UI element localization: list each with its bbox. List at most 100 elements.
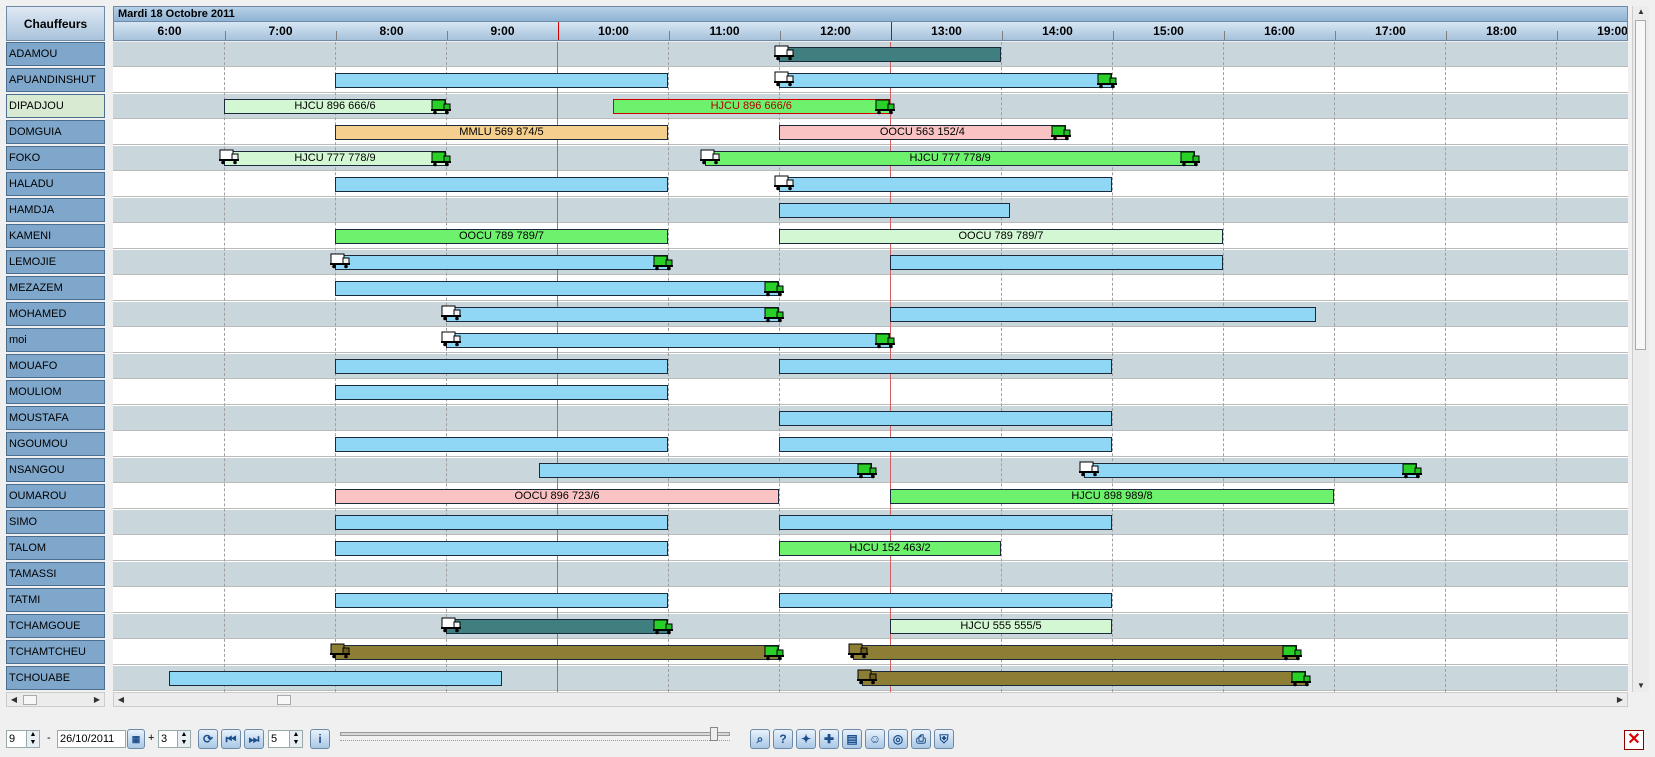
- truck-end-icon[interactable]: [1050, 124, 1072, 141]
- truck-start-icon[interactable]: [847, 642, 869, 659]
- truck-end-icon[interactable]: [763, 306, 785, 323]
- task-bar[interactable]: [779, 73, 1112, 88]
- truck-end-icon[interactable]: [430, 150, 452, 167]
- driver-row-talom[interactable]: TALOM: [6, 536, 105, 560]
- search-icon[interactable]: ⌕: [750, 729, 770, 749]
- truck-end-icon[interactable]: [874, 98, 896, 115]
- task-bar[interactable]: [1084, 463, 1418, 478]
- date-input[interactable]: 26/10/2011: [57, 730, 126, 748]
- task-bar[interactable]: [335, 385, 668, 400]
- rows-input[interactable]: 9: [6, 730, 28, 748]
- driver-row-apuandinshut[interactable]: APUANDINSHUT: [6, 68, 105, 92]
- truck-start-icon[interactable]: [440, 616, 462, 633]
- task-bar[interactable]: HJCU 896 666/6: [224, 99, 446, 114]
- task-bar[interactable]: [779, 47, 1001, 62]
- driver-row-hamdja[interactable]: HAMDJA: [6, 198, 105, 222]
- task-bar[interactable]: HJCU 152 463/2: [779, 541, 1001, 556]
- days-spinner[interactable]: ▲ ▼: [177, 730, 191, 748]
- calendar-icon[interactable]: ▤: [842, 729, 862, 749]
- driver-row-mouliom[interactable]: MOULIOM: [6, 380, 105, 404]
- help-icon[interactable]: ?: [773, 729, 793, 749]
- task-bar[interactable]: [890, 307, 1316, 322]
- driver-row-mouafo[interactable]: MOUAFO: [6, 354, 105, 378]
- task-bar[interactable]: OOCU 789 789/7: [335, 229, 668, 244]
- truck-end-icon[interactable]: [1179, 150, 1201, 167]
- step-spinner[interactable]: ▲ ▼: [289, 730, 303, 748]
- truck-end-icon[interactable]: [1281, 644, 1303, 661]
- driver-row-moustafa[interactable]: MOUSTAFA: [6, 406, 105, 430]
- lamp-icon[interactable]: ✦: [796, 729, 816, 749]
- driver-row-kameni[interactable]: KAMENI: [6, 224, 105, 248]
- scroll-left-icon[interactable]: ◀: [7, 694, 21, 706]
- task-bar[interactable]: [335, 515, 668, 530]
- task-bar[interactable]: OOCU 563 152/4: [779, 125, 1066, 140]
- truck-end-icon[interactable]: [1401, 462, 1423, 479]
- task-bar[interactable]: OOCU 896 723/6: [335, 489, 779, 504]
- zoom-slider-thumb[interactable]: [710, 727, 718, 741]
- task-bar[interactable]: [779, 203, 1011, 218]
- truck-start-icon[interactable]: [440, 304, 462, 321]
- scroll-down-icon[interactable]: ▼: [1634, 680, 1648, 692]
- driver-row-nsangou[interactable]: NSANGOU: [6, 458, 105, 482]
- info-icon[interactable]: i: [310, 729, 330, 749]
- driver-row-tamassi[interactable]: TAMASSI: [6, 562, 105, 586]
- add-icon[interactable]: ✚: [819, 729, 839, 749]
- task-bar[interactable]: HJCU 777 778/9: [705, 151, 1196, 166]
- truck-end-icon[interactable]: [874, 332, 896, 349]
- task-bar[interactable]: [538, 463, 872, 478]
- task-bar[interactable]: [779, 593, 1112, 608]
- truck-end-icon[interactable]: [763, 280, 785, 297]
- task-bar[interactable]: [890, 255, 1223, 270]
- task-bar[interactable]: HJCU 896 666/6: [612, 99, 890, 114]
- task-bar[interactable]: [779, 359, 1112, 374]
- task-bar[interactable]: HJCU 898 989/8: [890, 489, 1334, 504]
- task-bar[interactable]: [168, 671, 502, 686]
- close-icon[interactable]: ✕: [1624, 730, 1644, 750]
- grid-row[interactable]: [113, 614, 1628, 639]
- rows-spinner[interactable]: ▲ ▼: [26, 730, 40, 748]
- truck-start-icon[interactable]: [1078, 460, 1100, 477]
- truck-end-icon[interactable]: [430, 98, 452, 115]
- grid-horizontal-scrollbar[interactable]: ◀ ▶: [113, 692, 1628, 707]
- drivers-scroll-thumb[interactable]: [23, 695, 37, 705]
- task-bar[interactable]: [335, 73, 668, 88]
- grid-row[interactable]: [113, 562, 1628, 587]
- task-bar[interactable]: [779, 411, 1112, 426]
- task-bar[interactable]: [779, 515, 1112, 530]
- driver-row-foko[interactable]: FOKO: [6, 146, 105, 170]
- truck-end-icon[interactable]: [1290, 670, 1312, 687]
- refresh-icon[interactable]: ⟳: [198, 729, 218, 749]
- task-bar[interactable]: OOCU 789 789/7: [779, 229, 1223, 244]
- task-bar[interactable]: [335, 281, 779, 296]
- task-bar[interactable]: [335, 437, 668, 452]
- driver-row-domguia[interactable]: DOMGUIA: [6, 120, 105, 144]
- truck-end-icon[interactable]: [652, 254, 674, 271]
- task-bar[interactable]: [335, 593, 668, 608]
- truck-start-icon[interactable]: [773, 70, 795, 87]
- vertical-scrollbar[interactable]: ▲ ▼: [1632, 6, 1649, 692]
- driver-row-haladu[interactable]: HALADU: [6, 172, 105, 196]
- truck-start-icon[interactable]: [856, 668, 878, 685]
- truck-start-icon[interactable]: [699, 148, 721, 165]
- scroll-right-icon[interactable]: ▶: [90, 694, 104, 706]
- task-bar[interactable]: [446, 307, 779, 322]
- truck-start-icon[interactable]: [329, 642, 351, 659]
- drivers-horizontal-scrollbar[interactable]: ◀ ▶: [6, 692, 105, 707]
- driver-row-tchouabe[interactable]: TCHOUABE: [6, 666, 105, 690]
- first-icon[interactable]: ⏮: [221, 729, 241, 749]
- task-bar[interactable]: [779, 437, 1112, 452]
- vertical-scroll-thumb[interactable]: [1635, 20, 1646, 350]
- driver-row-tchamgoue[interactable]: TCHAMGOUE: [6, 614, 105, 638]
- task-bar[interactable]: [335, 541, 668, 556]
- grid-scroll-right-icon[interactable]: ▶: [1613, 694, 1627, 706]
- driver-row-mezazem[interactable]: MEZAZEM: [6, 276, 105, 300]
- task-bar[interactable]: [446, 333, 890, 348]
- task-bar[interactable]: HJCU 777 778/9: [224, 151, 446, 166]
- task-bar[interactable]: [853, 645, 1297, 660]
- driver-row-dipadjou[interactable]: DIPADJOU: [6, 94, 105, 118]
- days-input[interactable]: 3: [158, 730, 178, 748]
- truck-end-icon[interactable]: [763, 644, 785, 661]
- driver-row-tchamtcheu[interactable]: TCHAMTCHEU: [6, 640, 105, 664]
- truck-start-icon[interactable]: [773, 174, 795, 191]
- driver-row-oumarou[interactable]: OUMAROU: [6, 484, 105, 508]
